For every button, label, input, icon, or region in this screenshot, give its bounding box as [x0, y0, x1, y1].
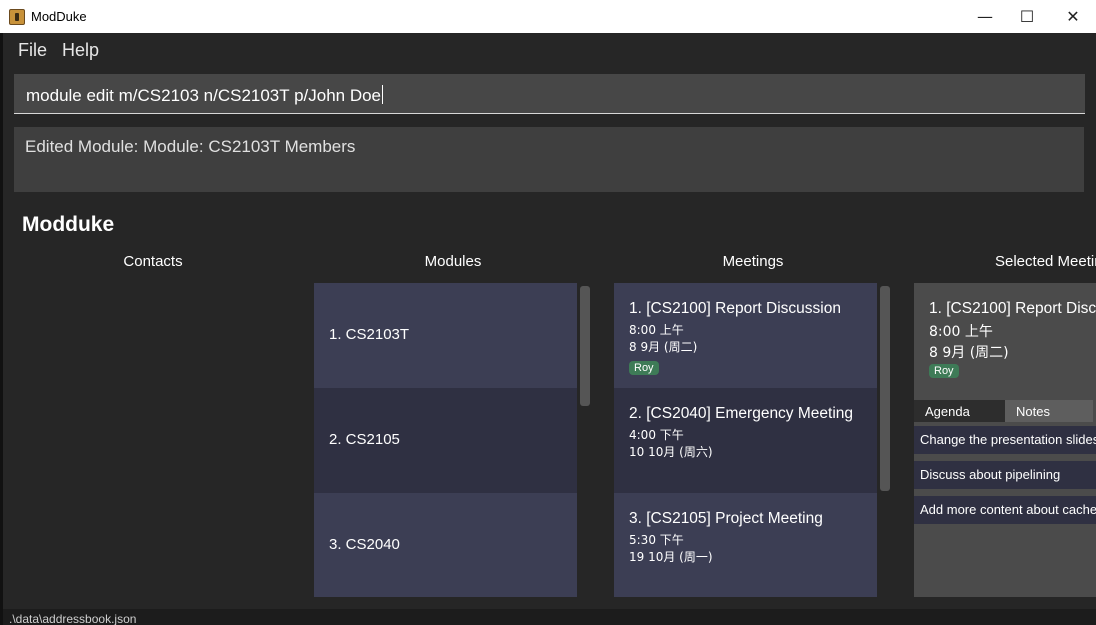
- selected-meeting-panel: 1. [CS2100] Report Discussion 8:00 上午 8 …: [914, 283, 1096, 597]
- meetings-scrollbar[interactable]: [880, 286, 890, 491]
- module-label: 2. CS2105: [329, 431, 400, 448]
- module-card[interactable]: 3. CS2040: [314, 493, 577, 597]
- module-label: 3. CS2040: [329, 536, 400, 553]
- meetings-list: 1. [CS2100] Report Discussion 8:00 上午 8 …: [614, 283, 877, 597]
- app-heading: Modduke: [22, 213, 115, 236]
- tab-agenda[interactable]: Agenda: [914, 400, 1005, 422]
- menu-bar: File Help: [3, 33, 1096, 67]
- command-input-text: module edit m/CS2103 n/CS2103T p/John Do…: [26, 85, 384, 105]
- modules-list: 1. CS2103T 2. CS2105 3. CS2040: [314, 283, 577, 597]
- contacts-column-title: Contacts: [123, 253, 183, 270]
- modules-column-title: Modules: [424, 253, 482, 270]
- module-card[interactable]: 2. CS2105: [314, 388, 577, 493]
- agenda-item[interactable]: Add more content about cache: [914, 496, 1096, 524]
- meeting-time: 5:30 下午: [629, 533, 684, 547]
- meeting-card[interactable]: 3. [CS2105] Project Meeting 5:30 下午 19 1…: [614, 493, 877, 597]
- selected-meeting-date: 8 9月 (周二): [929, 345, 1009, 361]
- result-text: Edited Module: Module: CS2103T Members: [25, 137, 356, 156]
- agenda-item[interactable]: Change the presentation slides: [914, 426, 1096, 454]
- meeting-date: 8 9月 (周二): [629, 340, 698, 354]
- app-icon: [9, 9, 25, 25]
- meeting-date: 19 10月 (周一): [629, 550, 713, 564]
- menu-file[interactable]: File: [18, 40, 47, 61]
- meeting-title: 3. [CS2105] Project Meeting: [629, 510, 823, 527]
- menu-help[interactable]: Help: [62, 40, 99, 61]
- text-caret: [382, 85, 384, 104]
- tab-notes[interactable]: Notes: [1005, 400, 1093, 422]
- participant-tag: Roy: [629, 361, 659, 375]
- app-window: File Help module edit m/CS2103 n/CS2103T…: [0, 33, 1096, 625]
- selected-meeting-tabs: Agenda Notes: [914, 400, 1096, 422]
- selected-meeting-title: 1. [CS2100] Report Discussion: [929, 300, 1096, 317]
- meeting-title: 2. [CS2040] Emergency Meeting: [629, 405, 854, 422]
- meeting-card[interactable]: 1. [CS2100] Report Discussion 8:00 上午 8 …: [614, 283, 877, 388]
- selected-meeting-column-title: Selected Meeting: [995, 253, 1096, 270]
- selected-meeting-time: 8:00 上午: [929, 324, 993, 340]
- maximize-button[interactable]: ☐: [1004, 0, 1050, 33]
- agenda-item[interactable]: Discuss about pipelining: [914, 461, 1096, 489]
- window-title: ModDuke: [31, 9, 87, 24]
- module-label: 1. CS2103T: [329, 326, 410, 343]
- result-display: Edited Module: Module: CS2103T Members: [14, 127, 1084, 192]
- modules-scrollbar[interactable]: [580, 286, 590, 406]
- save-location-text: .\data\addressbook.json: [9, 612, 137, 625]
- meeting-card[interactable]: 2. [CS2040] Emergency Meeting 4:00 下午 10…: [614, 388, 877, 493]
- module-card[interactable]: 1. CS2103T: [314, 283, 577, 388]
- meeting-date: 10 10月 (周六): [629, 445, 713, 459]
- meeting-time: 4:00 下午: [629, 428, 684, 442]
- command-input[interactable]: module edit m/CS2103 n/CS2103T p/John Do…: [14, 74, 1085, 114]
- meeting-title: 1. [CS2100] Report Discussion: [629, 300, 841, 317]
- selected-participant-tag: Roy: [929, 364, 959, 378]
- meetings-column-title: Meetings: [722, 253, 784, 270]
- close-button[interactable]: ✕: [1050, 0, 1096, 33]
- window-titlebar: ModDuke — ☐ ✕: [0, 0, 1096, 33]
- status-bar: .\data\addressbook.json: [3, 609, 1096, 625]
- meeting-time: 8:00 上午: [629, 323, 684, 337]
- minimize-button[interactable]: —: [962, 0, 1008, 33]
